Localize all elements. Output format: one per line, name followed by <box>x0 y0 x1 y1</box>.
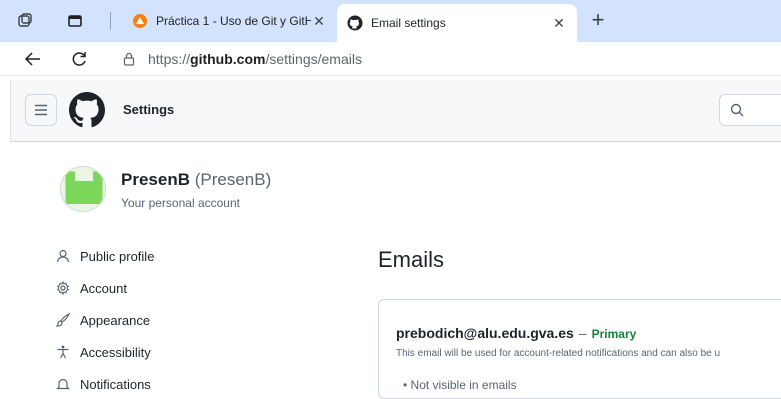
email-description: This email will be used for account-rela… <box>396 348 721 359</box>
accessibility-icon <box>57 345 69 359</box>
url-host: github.com <box>190 51 266 67</box>
close-icon[interactable]: ✕ <box>311 13 327 30</box>
bell-icon <box>56 378 70 390</box>
browser-toolbar: https://github.com/settings/emails <box>0 42 781 76</box>
email-address: prebodich@alu.edu.gva.es <box>396 325 574 341</box>
sidebar-item-account[interactable]: Account <box>56 278 127 298</box>
email-entry: prebodich@alu.edu.gva.es – Primary <box>396 325 636 341</box>
email-separator: – <box>578 325 587 341</box>
avatar[interactable] <box>60 166 106 212</box>
sidebar-item-label: Accessibility <box>80 344 151 360</box>
moodle-favicon-icon <box>133 14 147 28</box>
arrow-left-icon <box>24 52 40 66</box>
tab-actions-icon[interactable] <box>62 8 88 34</box>
url-path: /settings/emails <box>265 51 362 67</box>
github-logo-icon[interactable] <box>69 92 105 128</box>
browser-tab-strip: Práctica 1 - Uso de Git y GitHub ✕ Email… <box>0 0 781 42</box>
sidebar-item-notifications[interactable]: Notifications <box>56 374 151 394</box>
lock-icon[interactable] <box>122 52 136 66</box>
person-icon <box>56 249 70 263</box>
menu-button[interactable] <box>25 94 57 126</box>
search-button[interactable] <box>719 94 781 126</box>
sidebar-item-accessibility[interactable]: Accessibility <box>56 342 151 362</box>
email-visibility-note: • Not visible in emails <box>403 378 517 392</box>
primary-badge: Primary <box>591 327 637 341</box>
page-title: Settings <box>123 102 175 117</box>
email-visibility-text: Not visible in emails <box>410 378 517 392</box>
address-bar[interactable]: https://github.com/settings/emails <box>122 47 362 71</box>
profile-login: (PresenB) <box>194 170 272 189</box>
email-card: prebodich@alu.edu.gva.es – Primary This em… <box>378 299 781 399</box>
github-favicon-icon <box>347 15 363 31</box>
tab-separator <box>110 12 111 30</box>
sidebar-item-label: Account <box>80 280 127 296</box>
sidebar-item-public-profile[interactable]: Public profile <box>56 246 154 266</box>
tab-title: Email settings <box>371 16 446 30</box>
emails-heading: Emails <box>378 247 445 272</box>
profile-subtitle: Your personal account <box>121 196 240 210</box>
refresh-button[interactable] <box>66 46 92 72</box>
url-scheme: https:// <box>148 51 191 67</box>
tab-practica[interactable]: Práctica 1 - Uso de Git y GitHub ✕ <box>122 6 337 36</box>
sidebar-item-label: Appearance <box>80 312 151 328</box>
hamburger-icon <box>35 104 47 116</box>
paintbrush-icon <box>56 313 70 327</box>
tab-email-settings[interactable]: Email settings ✕ <box>337 4 577 42</box>
github-header: Settings <box>10 80 781 142</box>
sidebar-item-appearance[interactable]: Appearance <box>56 310 150 330</box>
close-icon[interactable]: ✕ <box>551 15 567 32</box>
new-tab-button[interactable]: + <box>585 8 611 34</box>
workspaces-icon[interactable] <box>12 8 38 34</box>
gear-icon <box>57 281 69 295</box>
profile-display-name: PresenB <box>121 170 190 189</box>
back-button[interactable] <box>20 46 46 72</box>
sidebar-item-label: Public profile <box>80 248 155 264</box>
tab-title: Práctica 1 - Uso de Git y GitHub <box>156 14 311 28</box>
search-icon <box>730 103 744 117</box>
profile-name[interactable]: PresenB (PresenB) <box>121 170 271 190</box>
refresh-icon <box>72 52 86 66</box>
sidebar-item-label: Notifications <box>80 376 151 392</box>
identicon-icon <box>61 167 105 211</box>
